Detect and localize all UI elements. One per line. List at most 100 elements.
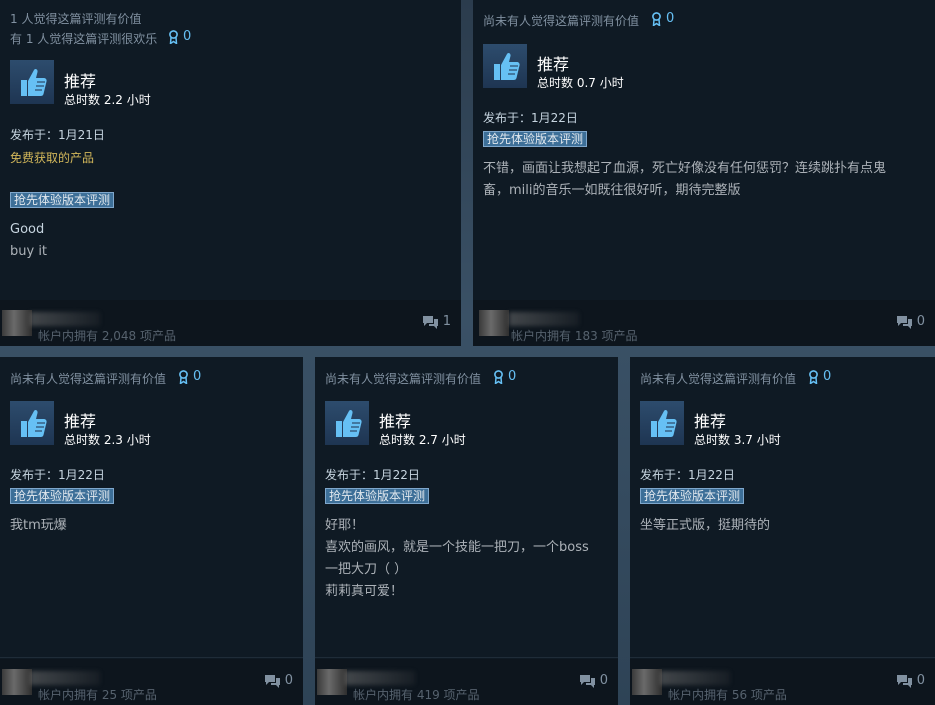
review-verdict[interactable]: 推荐 <box>537 51 569 75</box>
helpful-count-text: 1 人觉得这篇评测有价值 <box>10 12 142 26</box>
comment-count: 1 <box>442 314 451 329</box>
review-card: 尚未有人觉得这篇评测有价值 0 推荐 总时数 0.7 小时 发布于：1月22日 … <box>473 0 935 346</box>
award-button[interactable]: 0 <box>651 11 674 26</box>
award-button[interactable]: 0 <box>493 369 516 384</box>
award-count: 0 <box>508 369 517 384</box>
avatar[interactable] <box>2 310 32 336</box>
comment-count: 0 <box>916 314 925 329</box>
review-content: 尚未有人觉得这篇评测有价值 0 推荐 总时数 2.3 小时 发布于：1月22日 … <box>10 357 293 705</box>
award-count: 0 <box>183 29 192 44</box>
posted-date: 发布于：1月21日 <box>10 128 105 142</box>
comments-button[interactable]: 1 <box>422 314 451 329</box>
early-access-badge: 抢先体验版本评测 <box>483 131 588 147</box>
playtime: 总时数 0.7 小时 <box>537 76 624 90</box>
playtime: 总时数 3.7 小时 <box>694 433 781 447</box>
early-access-badge: 抢先体验版本评测 <box>10 192 115 208</box>
review-line: 好耶！ <box>325 518 365 533</box>
review-line: 不错，画面让我想起了血源，死亡好像没有任何惩罚？连续跳扑有点鬼 <box>483 161 887 176</box>
award-icon <box>808 370 819 384</box>
review-body: 坐等正式版，挺期待的 <box>640 515 925 537</box>
thumbs-up-icon[interactable] <box>483 44 527 88</box>
avatar[interactable] <box>2 669 32 695</box>
review-line: 坐等正式版，挺期待的 <box>640 518 771 533</box>
comment-icon <box>422 315 439 329</box>
award-button[interactable]: 0 <box>168 29 191 44</box>
review-line: 我tm玩爆 <box>10 518 67 533</box>
posted-date: 发布于：1月22日 <box>10 468 105 482</box>
early-access-badge: 抢先体验版本评测 <box>325 488 430 504</box>
comment-icon <box>579 674 596 688</box>
helpful-count-text: 尚未有人觉得这篇评测有价值 <box>640 372 797 386</box>
review-verdict[interactable]: 推荐 <box>694 408 726 432</box>
early-access-badge: 抢先体验版本评测 <box>640 488 745 504</box>
comment-icon <box>896 315 913 329</box>
avatar[interactable] <box>479 310 509 336</box>
review-card: 1 人觉得这篇评测有价值 有 1 人觉得这篇评测很欢乐 0 推荐 总时数 2.2… <box>0 0 461 346</box>
divider <box>630 657 935 658</box>
award-button[interactable]: 0 <box>178 369 201 384</box>
review-body: 不错，画面让我想起了血源，死亡好像没有任何惩罚？连续跳扑有点鬼 畜，mili的音… <box>483 158 925 202</box>
comment-count: 0 <box>599 673 608 688</box>
review-body: 我tm玩爆 <box>10 515 293 537</box>
review-verdict[interactable]: 推荐 <box>64 68 96 92</box>
thumbs-up-icon[interactable] <box>10 401 54 445</box>
playtime: 总时数 2.3 小时 <box>64 433 151 447</box>
comments-button[interactable]: 0 <box>896 673 925 688</box>
award-count: 0 <box>823 369 832 384</box>
posted-date: 发布于：1月22日 <box>483 111 578 125</box>
review-footer: 帐户内拥有 56 项产品 0 <box>630 659 935 705</box>
review-card: 尚未有人觉得这篇评测有价值 0 推荐 总时数 2.7 小时 发布于：1月22日 … <box>315 357 618 705</box>
divider <box>315 657 618 658</box>
review-content: 尚未有人觉得这篇评测有价值 0 推荐 总时数 2.7 小时 发布于：1月22日 … <box>325 357 608 705</box>
helpful-count-text: 尚未有人觉得这篇评测有价值 <box>10 372 167 386</box>
divider <box>0 657 303 658</box>
review-line: buy it <box>10 244 48 259</box>
review-footer: 帐户内拥有 2,048 项产品 1 <box>0 300 461 346</box>
thumbs-up-icon[interactable] <box>325 401 369 445</box>
review-card: 尚未有人觉得这篇评测有价值 0 推荐 总时数 2.3 小时 发布于：1月22日 … <box>0 357 303 705</box>
review-footer: 帐户内拥有 419 项产品 0 <box>315 659 618 705</box>
playtime: 总时数 2.2 小时 <box>64 93 151 107</box>
posted-date: 发布于：1月22日 <box>325 468 420 482</box>
review-verdict[interactable]: 推荐 <box>64 408 96 432</box>
early-access-badge: 抢先体验版本评测 <box>10 488 115 504</box>
comments-button[interactable]: 0 <box>264 673 293 688</box>
products-owned: 帐户内拥有 183 项产品 <box>511 329 638 343</box>
thumbs-up-icon[interactable] <box>640 401 684 445</box>
author-name[interactable] <box>509 312 579 326</box>
award-icon <box>168 30 179 44</box>
comments-button[interactable]: 0 <box>579 673 608 688</box>
award-count: 0 <box>193 369 202 384</box>
products-owned: 帐户内拥有 25 项产品 <box>38 688 157 702</box>
comment-icon <box>264 674 281 688</box>
review-line: 莉莉真可爱！ <box>325 584 404 599</box>
thumbs-up-icon[interactable] <box>10 60 54 104</box>
award-button[interactable]: 0 <box>808 369 831 384</box>
review-line: Good <box>10 222 45 237</box>
award-icon <box>651 12 662 26</box>
review-footer: 帐户内拥有 183 项产品 0 <box>473 300 935 346</box>
avatar[interactable] <box>632 669 662 695</box>
comments-button[interactable]: 0 <box>896 314 925 329</box>
author-name[interactable] <box>660 671 730 685</box>
review-line: 一把大刀（ ） <box>325 562 408 577</box>
review-body: Good buy it <box>10 219 451 263</box>
review-line: 喜欢的画风，就是一个技能一把刀，一个boss <box>325 540 589 555</box>
funny-count-text: 有 1 人觉得这篇评测很欢乐 <box>10 32 158 46</box>
review-content: 尚未有人觉得这篇评测有价值 0 推荐 总时数 0.7 小时 发布于：1月22日 … <box>483 0 925 345</box>
products-owned: 帐户内拥有 419 项产品 <box>353 688 480 702</box>
review-card: 尚未有人觉得这篇评测有价值 0 推荐 总时数 3.7 小时 发布于：1月22日 … <box>630 357 935 705</box>
free-product-label: 免费获取的产品 <box>10 151 95 165</box>
author-name[interactable] <box>345 671 415 685</box>
author-name[interactable] <box>30 671 100 685</box>
products-owned: 帐户内拥有 2,048 项产品 <box>38 329 176 343</box>
comment-icon <box>896 674 913 688</box>
avatar[interactable] <box>317 669 347 695</box>
review-footer: 帐户内拥有 25 项产品 0 <box>0 659 303 705</box>
award-count: 0 <box>666 11 675 26</box>
author-name[interactable] <box>30 312 100 326</box>
helpful-count-text: 尚未有人觉得这篇评测有价值 <box>325 372 482 386</box>
review-line: 畜，mili的音乐一如既往很好听，期待完整版 <box>483 183 741 198</box>
review-verdict[interactable]: 推荐 <box>379 408 411 432</box>
helpful-count-text: 尚未有人觉得这篇评测有价值 <box>483 14 640 28</box>
